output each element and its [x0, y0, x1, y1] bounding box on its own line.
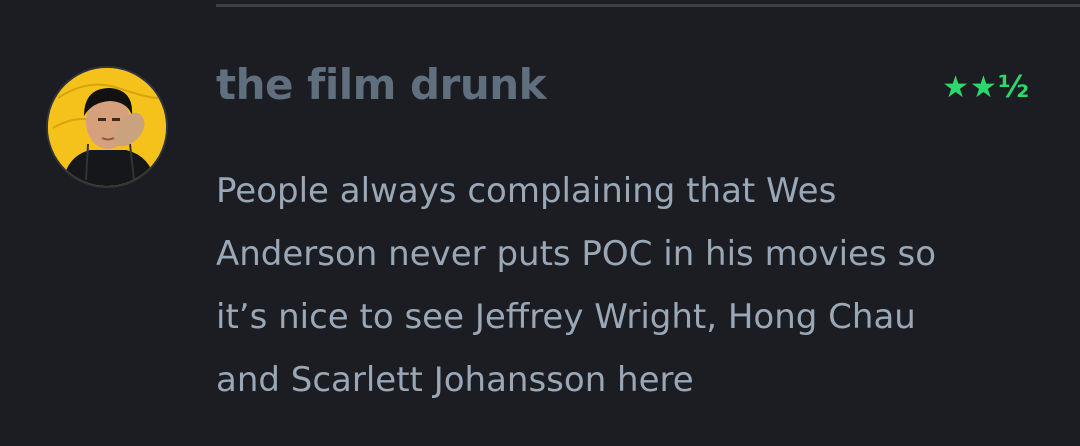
- review-line: and Scarlett Johansson here: [216, 360, 694, 400]
- divider: [216, 4, 1080, 7]
- review-author-link[interactable]: the film drunk: [216, 60, 547, 110]
- star-rating: ★★½: [942, 70, 1030, 105]
- review-body: People always complaining that Wes Ander…: [216, 160, 1026, 412]
- avatar[interactable]: [48, 68, 166, 186]
- review-line: it’s nice to see Jeffrey Wright, Hong Ch…: [216, 297, 916, 337]
- avatar-photo-icon: [48, 68, 166, 186]
- review-line: Anderson never puts POC in his movies so: [216, 234, 937, 274]
- review-line: People always complaining that Wes: [216, 171, 837, 211]
